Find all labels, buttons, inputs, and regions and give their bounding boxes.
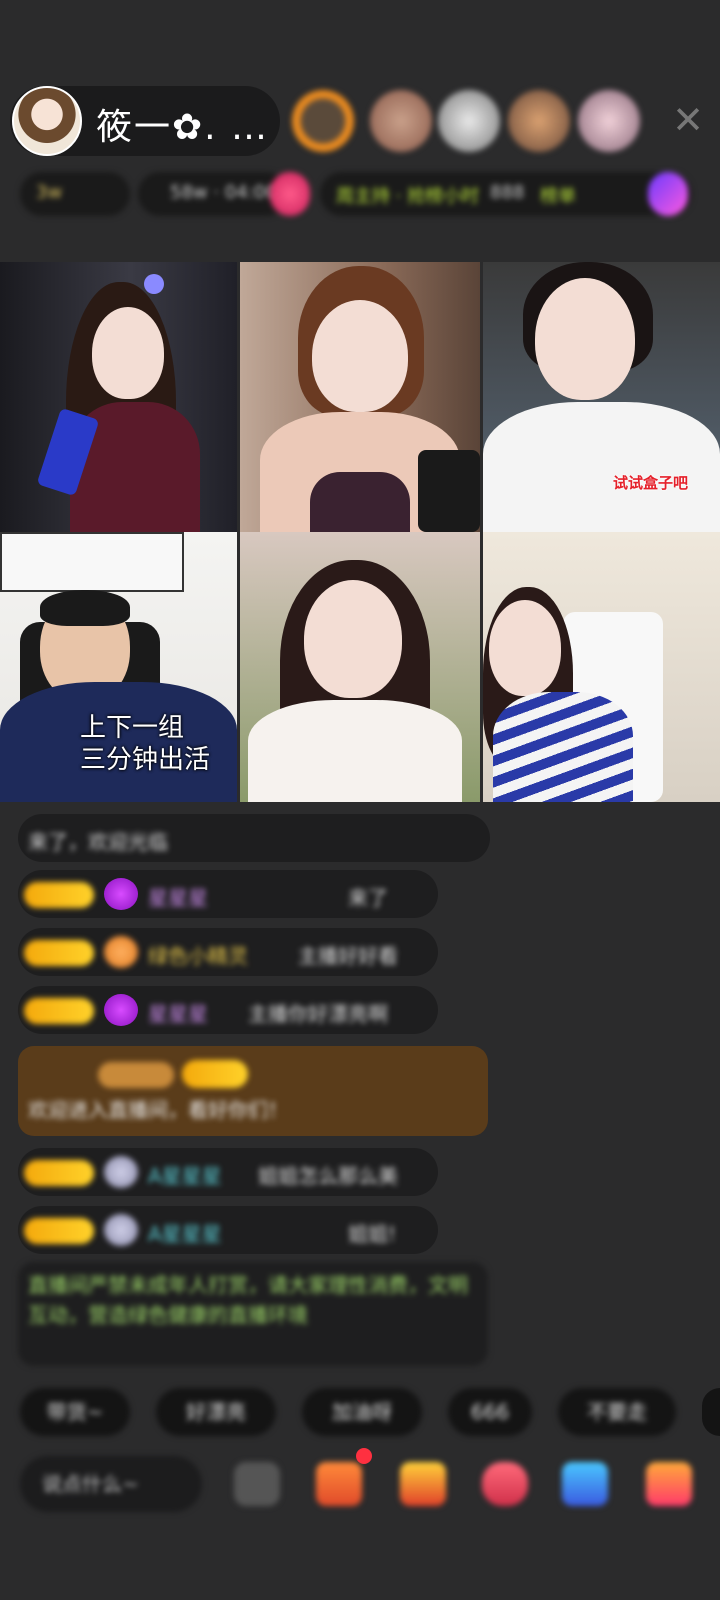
pink-badge-icon[interactable] bbox=[270, 172, 310, 216]
chat-message: 主播好好看 bbox=[298, 944, 398, 968]
fan-club-icon[interactable] bbox=[482, 1462, 528, 1506]
chat-user-name[interactable]: 星星星 bbox=[148, 882, 208, 911]
tile-4-caption-1: 上下一组 bbox=[80, 713, 185, 743]
chat-user-name[interactable]: 星星星 bbox=[148, 998, 208, 1027]
top-viewer-avatar-2[interactable] bbox=[370, 90, 432, 152]
diamond-icon bbox=[104, 878, 138, 910]
avatar-icon bbox=[104, 1156, 138, 1188]
game-badge-icon[interactable] bbox=[648, 172, 688, 216]
video-tile-1[interactable] bbox=[0, 262, 237, 532]
host-avatar[interactable] bbox=[12, 86, 82, 156]
vip-badge-icon bbox=[98, 1062, 174, 1088]
quick-reply-1[interactable]: 带货~ bbox=[20, 1388, 130, 1436]
comment-input[interactable]: 说点什么~ bbox=[20, 1456, 202, 1512]
video-tile-6[interactable] bbox=[483, 532, 720, 802]
entry-text: 来了，欢迎光临 bbox=[28, 830, 168, 854]
tile-4-caption-2: 三分钟出活 bbox=[80, 745, 211, 775]
chat-row-2[interactable]: 绿色小精灵 主播好好看 bbox=[18, 928, 438, 976]
level-badge bbox=[24, 1160, 94, 1186]
more-gift-icon[interactable] bbox=[646, 1462, 692, 1506]
host-name: 筱一✿. … bbox=[96, 107, 270, 148]
chat-message: 来了 bbox=[348, 886, 388, 910]
chat-message: 姐姐怎么那么美 bbox=[258, 1164, 398, 1188]
quick-reply-overflow[interactable] bbox=[702, 1388, 720, 1436]
flame-icon bbox=[104, 936, 138, 968]
quick-reply-5[interactable]: 不要走 bbox=[558, 1388, 676, 1436]
stat-5: 榜单 bbox=[540, 186, 576, 207]
stats-row: 3w 58w · 04:00 周主持 · 抢榜小时 888 榜单 bbox=[20, 172, 700, 216]
close-icon[interactable]: ✕ bbox=[668, 100, 708, 140]
chat-message: 姐姐! bbox=[348, 1222, 397, 1246]
video-tile-3[interactable]: 试试盒子吧 bbox=[483, 262, 720, 532]
system-message: 欢迎进入直播间，看好你们！ bbox=[18, 1046, 488, 1136]
chat-row-1[interactable]: 星星星 来了 bbox=[18, 870, 438, 918]
level-badge bbox=[24, 882, 94, 908]
stat-3: 周主持 · 抢榜小时 bbox=[336, 186, 480, 207]
expression-icon[interactable] bbox=[234, 1462, 280, 1506]
quick-reply-2[interactable]: 好漂亮 bbox=[156, 1388, 276, 1436]
video-grid: 试试盒子吧 上下一组 三分钟出活 bbox=[0, 262, 720, 802]
top-viewer-avatar-5[interactable] bbox=[578, 90, 640, 152]
avatar-icon bbox=[104, 1214, 138, 1246]
game-icon[interactable] bbox=[562, 1462, 608, 1506]
platform-notice: 直播间严禁未成年人打赏，请大家理性消费，文明互动，营造绿色健康的直播环境 bbox=[18, 1262, 488, 1366]
tile-3-tag: 试试盒子吧 bbox=[613, 474, 689, 492]
top-viewer-avatar-3[interactable] bbox=[438, 90, 500, 152]
chat-row-3[interactable]: 星星星 主播你好漂亮啊 bbox=[18, 986, 438, 1034]
diamond-icon bbox=[104, 994, 138, 1026]
chat-user-name[interactable]: A星星星 bbox=[148, 1218, 222, 1247]
gift-box-icon[interactable] bbox=[316, 1462, 362, 1506]
video-tile-5[interactable] bbox=[240, 532, 480, 802]
stat-4: 888 bbox=[490, 182, 525, 203]
level-badge bbox=[24, 940, 94, 966]
quick-reply-4[interactable]: 666 bbox=[448, 1388, 532, 1436]
level-badge bbox=[182, 1060, 248, 1088]
chat-message: 主播你好漂亮啊 bbox=[248, 1002, 388, 1026]
system-message-text: 欢迎进入直播间，看好你们！ bbox=[28, 1098, 288, 1122]
notification-dot bbox=[356, 1448, 372, 1464]
stat-1: 3w bbox=[36, 182, 63, 203]
chat-entry-row: 来了，欢迎光临 bbox=[18, 814, 490, 862]
video-tile-2[interactable] bbox=[240, 262, 480, 532]
stat-2: 58w · 04:00 bbox=[170, 182, 277, 203]
level-badge bbox=[24, 1218, 94, 1244]
quick-reply-3[interactable]: 加油呀 bbox=[302, 1388, 422, 1436]
chat-user-name[interactable]: A星星星 bbox=[148, 1160, 222, 1189]
top-viewer-avatar-1[interactable] bbox=[292, 90, 354, 152]
video-tile-4[interactable]: 上下一组 三分钟出活 bbox=[0, 532, 237, 802]
level-badge bbox=[24, 998, 94, 1024]
red-packet-icon[interactable] bbox=[400, 1462, 446, 1506]
top-viewer-avatar-4[interactable] bbox=[508, 90, 570, 152]
chat-row-5[interactable]: A星星星 姐姐! bbox=[18, 1206, 438, 1254]
chat-row-4[interactable]: A星星星 姐姐怎么那么美 bbox=[18, 1148, 438, 1196]
chat-user-name[interactable]: 绿色小精灵 bbox=[148, 940, 248, 969]
